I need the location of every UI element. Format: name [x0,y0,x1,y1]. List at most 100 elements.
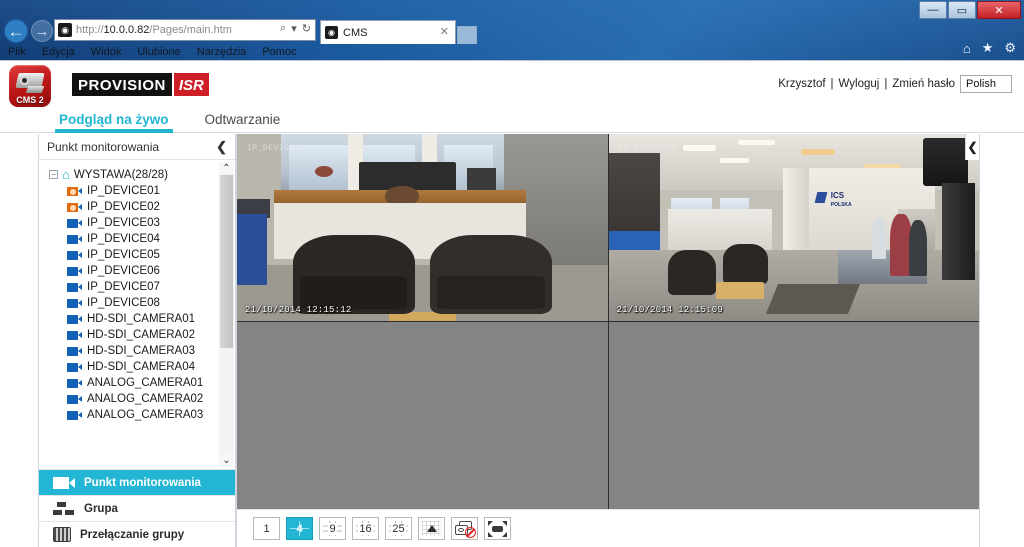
scene-light [738,139,776,146]
fullscreen-button[interactable] [484,517,511,540]
camera-icon [67,378,82,388]
layout-25-label: 25 [391,522,406,535]
sidebar-item-group-switching[interactable]: Przełączanie grupy [39,521,235,547]
menu-item-narzedzia[interactable]: Narzędzia [197,46,247,58]
sidebar-title: Punkt monitorowania [47,139,160,154]
tree-item-ip-device05[interactable]: IP_DEVICE05 [39,247,235,263]
sidebar-panel: Punkt monitorowania ❮ − ⌂ WYSTAWA(28/28)… [38,134,236,547]
tree-root-node[interactable]: − ⌂ WYSTAWA(28/28) [39,166,235,183]
tree-item-analog-camera01[interactable]: ANALOG_CAMERA01 [39,375,235,391]
back-button[interactable]: ← [2,18,30,44]
tree-item-analog-camera02[interactable]: ANALOG_CAMERA02 [39,391,235,407]
video-panel-collapse-icon[interactable]: ❮ [965,134,979,160]
separator-2: | [884,78,888,90]
sidebar-item-group[interactable]: Grupa [39,495,235,521]
language-select[interactable]: Polish [960,75,1012,93]
layout-4-button[interactable]: 4 [286,517,313,540]
cms-logo-camera-lens [20,76,29,85]
tree-item-ip-device04[interactable]: IP_DEVICE04 [39,231,235,247]
scene-armchair [429,235,552,314]
isr-wordmark: ISR [173,73,209,96]
minimize-button[interactable]: — [919,1,947,19]
tree-item-label: ANALOG_CAMERA03 [87,409,204,421]
tree-item-ip-device03[interactable]: IP_DEVICE03 [39,215,235,231]
new-tab-button[interactable] [457,26,477,44]
tree-item-hdsdi-camera03[interactable]: HD-SDI_CAMERA03 [39,343,235,359]
provision-isr-logo: PROVISION ISR [72,73,209,96]
scroll-down-icon[interactable]: ⌄ [222,454,230,467]
tree-item-ip-device07[interactable]: IP_DEVICE07 [39,279,235,295]
video-cell-2[interactable]: ICS POLSKA IP_DEVICE02 21/10/2014 12:15:… [608,134,979,321]
tree-item-hdsdi-camera01[interactable]: HD-SDI_CAMERA01 [39,311,235,327]
video-area: ❮ IP_DEVICE01 21/10/2014 12:15:12 ICS PO… [236,134,980,547]
forward-arrow-icon: → [31,20,53,42]
browser-navigation-row: ← → ◉ http://10.0.0.82/Pages/main.htm ⌕ … [0,18,1024,56]
scene-light [719,158,750,163]
address-bar[interactable]: ◉ http://10.0.0.82/Pages/main.htm ⌕ ▾ ↻ [54,19,316,41]
tree-item-label: HD-SDI_CAMERA01 [87,313,195,325]
tree-root-label: WYSTAWA(28/28) [73,168,169,181]
menu-item-ulubione[interactable]: Ulubione [137,46,180,58]
video-cell-4[interactable] [608,322,979,509]
tab-playback[interactable]: Odtwarzanie [201,112,285,132]
tree-item-ip-device02[interactable]: IP_DEVICE02 [39,199,235,215]
menu-item-widok[interactable]: Widok [91,46,122,58]
close-button[interactable]: ✕ [977,1,1021,19]
sidebar-item-label: Przełączanie grupy [80,528,185,541]
fullscreen-icon [488,520,507,537]
scene-camera-housing [923,137,968,187]
camera-icon [67,250,82,260]
camera-icon [67,234,82,244]
browser-tab-cms[interactable]: ◉ CMS ✕ [320,20,456,44]
search-icon[interactable]: ⌕ [280,22,286,35]
layout-9-button[interactable]: 9 [319,517,346,540]
window-controls: — ▭ ✕ [919,1,1021,19]
tab-close-icon[interactable]: ✕ [440,25,449,38]
tree-item-ip-device06[interactable]: IP_DEVICE06 [39,263,235,279]
change-password-link[interactable]: Zmień hasło [892,78,955,90]
scrollbar-thumb[interactable] [220,175,233,348]
browser-menubar: Plik Edycja Widok Ulubione Narzędzia Pom… [0,43,1024,60]
video-grid: IP_DEVICE01 21/10/2014 12:15:12 ICS POLS… [237,134,979,509]
logout-link[interactable]: Wyloguj [839,78,880,90]
scroll-up-icon[interactable]: ⌃ [222,162,230,175]
back-arrow-icon: ← [4,19,28,43]
more-layouts-button[interactable] [418,517,445,540]
tree-item-analog-camera03[interactable]: ANALOG_CAMERA03 [39,407,235,423]
chevron-down-icon[interactable]: ▾ [291,22,297,35]
page-favicon-icon: ◉ [58,23,72,37]
layout-25-button[interactable]: 25 [385,517,412,540]
maximize-button[interactable]: ▭ [948,1,976,19]
layout-16-button[interactable]: 16 [352,517,379,540]
tree-item-hdsdi-camera04[interactable]: HD-SDI_CAMERA04 [39,359,235,375]
camera-icon [67,298,82,308]
menu-item-edycja[interactable]: Edycja [42,46,75,58]
tree-item-label: ANALOG_CAMERA01 [87,377,204,389]
scrollbar-track[interactable] [219,175,234,454]
sidebar-item-label: Grupa [84,502,118,515]
tree-item-ip-device08[interactable]: IP_DEVICE08 [39,295,235,311]
sidebar-collapse-icon[interactable]: ❮ [216,139,227,155]
video-cell-1[interactable]: IP_DEVICE01 21/10/2014 12:15:12 [237,134,608,321]
layout-1-button[interactable]: 1 [253,517,280,540]
video-stream-2: ICS POLSKA [608,134,979,321]
address-bar-text: http://10.0.0.82/Pages/main.htm [76,24,232,36]
snapshot-disabled-button[interactable] [451,517,478,540]
tree-item-hdsdi-camera02[interactable]: HD-SDI_CAMERA02 [39,327,235,343]
scene-light [682,145,716,151]
tree-scrollbar[interactable]: ⌃ ⌄ [219,162,234,467]
home-group-icon: ⌂ [62,167,70,182]
forward-button[interactable]: → [30,18,54,44]
tree-expander-icon[interactable]: − [49,170,58,179]
video-cell-3[interactable] [237,322,608,509]
refresh-icon[interactable]: ↻ [302,22,311,35]
tab-live-view[interactable]: Podgląd na żywo [55,112,173,133]
camera-icon [53,476,75,489]
tree-item-label: HD-SDI_CAMERA03 [87,345,195,357]
menu-item-pomoc[interactable]: Pomoc [262,46,296,58]
tree-item-ip-device01[interactable]: IP_DEVICE01 [39,183,235,199]
video-timestamp-2: 21/10/2014 12:15:09 [616,305,723,315]
tree-item-label: IP_DEVICE07 [87,281,160,293]
menu-item-plik[interactable]: Plik [8,46,26,58]
sidebar-item-monitoring-point[interactable]: Punkt monitorowania [39,469,235,495]
